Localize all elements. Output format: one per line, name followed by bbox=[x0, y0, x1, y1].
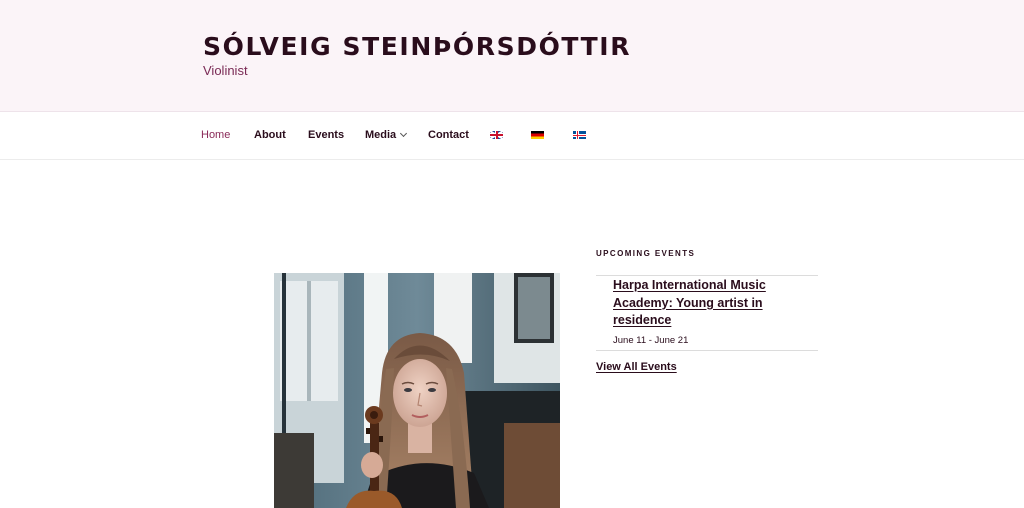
site-header: SÓLVEIG STEINÞÓRSDÓTTIR Violinist bbox=[0, 0, 1024, 112]
event-list: Harpa International Music Academy: Young… bbox=[596, 275, 818, 351]
nav-item-about[interactable]: About bbox=[254, 129, 286, 141]
upcoming-events-heading: UPCOMING EVENTS bbox=[596, 249, 696, 258]
main-navigation: Home About Events Media Contact bbox=[0, 112, 1024, 160]
site-title-link[interactable]: SÓLVEIG STEINÞÓRSDÓTTIR bbox=[203, 32, 631, 61]
flag-uk-icon[interactable] bbox=[490, 131, 503, 139]
chevron-down-icon bbox=[400, 129, 408, 138]
event-title-link[interactable]: Harpa International Music Academy: Young… bbox=[613, 277, 818, 330]
flag-germany-icon[interactable] bbox=[531, 131, 544, 139]
nav-item-events[interactable]: Events bbox=[308, 129, 344, 141]
flag-iceland-icon[interactable] bbox=[573, 131, 586, 139]
nav-item-media[interactable]: Media bbox=[365, 129, 408, 141]
nav-item-media-label: Media bbox=[365, 129, 397, 141]
event-date: June 11 - June 21 bbox=[613, 334, 689, 346]
list-item: Harpa International Music Academy: Young… bbox=[613, 277, 818, 346]
view-all-events-link[interactable]: View All Events bbox=[596, 361, 677, 373]
violinist-portrait-image bbox=[274, 273, 560, 508]
nav-item-contact[interactable]: Contact bbox=[428, 129, 469, 141]
site-description: Violinist bbox=[203, 63, 248, 78]
nav-item-home[interactable]: Home bbox=[201, 129, 230, 141]
